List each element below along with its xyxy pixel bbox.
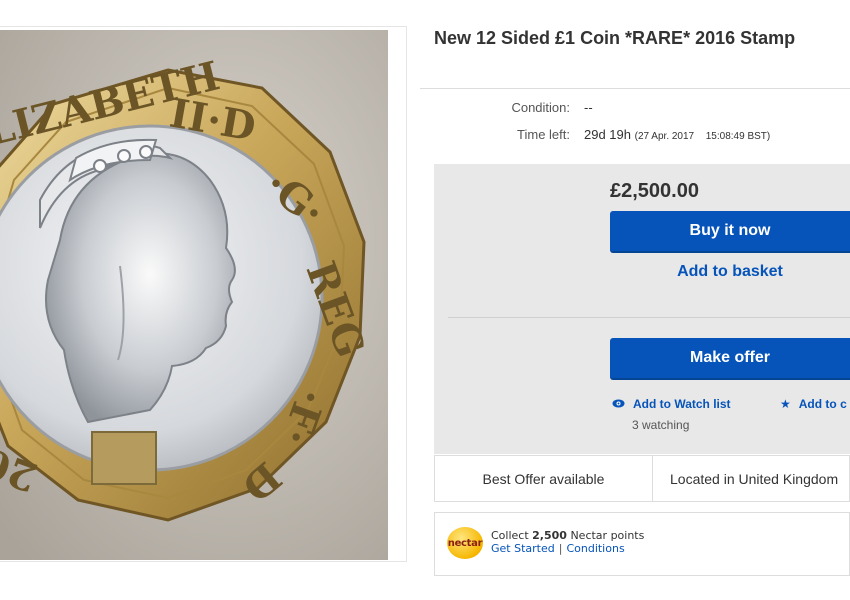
best-offer-text: Best Offer available: [482, 470, 605, 487]
add-to-watch-list-link[interactable]: Add to Watch list: [612, 397, 731, 411]
coin-hallmark: [91, 431, 157, 485]
condition-label: Condition:: [511, 100, 570, 115]
nectar-points: 2,500: [532, 529, 567, 542]
buy-box-divider: [448, 317, 850, 318]
nectar-collect-suffix: Nectar points: [570, 529, 645, 542]
time-left-value: 29d 19h (27 Apr. 2017 15:08:49 BST): [584, 127, 770, 142]
nectar-collect-prefix: Collect: [491, 529, 529, 542]
star-icon: ★: [780, 397, 791, 411]
time-left-duration: 29d 19h: [584, 127, 631, 142]
nectar-logo: nectar: [447, 527, 483, 559]
location-text: Located in United Kingdom: [670, 470, 839, 487]
item-title: New 12 Sided £1 Coin *RARE* 2016 Stamp: [434, 28, 796, 48]
nectar-collect-text: Collect 2,500 Nectar points: [491, 529, 644, 542]
nectar-get-started-link[interactable]: Get Started: [491, 542, 555, 555]
end-date: (27 Apr. 2017: [634, 131, 695, 142]
end-time: 15:08:49 BST): [705, 131, 771, 142]
price: £2,500.00: [610, 180, 699, 202]
make-offer-button[interactable]: Make offer: [610, 338, 850, 380]
nectar-logo-text: nectar: [447, 537, 483, 549]
add-to-collection-link[interactable]: ★ Add to c: [780, 397, 847, 411]
title-divider: [420, 88, 850, 89]
coin-photo[interactable]: LIZABETH II·D ·G· REG ·F· D 20: [0, 30, 388, 560]
add-to-basket-link[interactable]: Add to basket: [610, 263, 850, 281]
nectar-separator: |: [558, 542, 563, 555]
collection-label: Add to c: [798, 397, 847, 411]
watch-list-label: Add to Watch list: [633, 397, 731, 411]
info-row: Best Offer available Located in United K…: [434, 455, 850, 502]
eye-icon: [612, 397, 625, 411]
nectar-links: Get Started | Conditions: [491, 542, 625, 555]
nectar-box: nectar Collect 2,500 Nectar points Get S…: [434, 512, 850, 576]
condition-value: --: [584, 100, 593, 115]
time-left-label: Time left:: [517, 127, 570, 142]
watching-count: 3 watching: [632, 418, 690, 432]
buy-it-now-button[interactable]: Buy it now: [610, 211, 850, 253]
nectar-conditions-link[interactable]: Conditions: [566, 542, 624, 555]
info-divider: [652, 456, 653, 501]
image-viewer: LIZABETH II·D ·G· REG ·F· D 20: [0, 26, 407, 562]
